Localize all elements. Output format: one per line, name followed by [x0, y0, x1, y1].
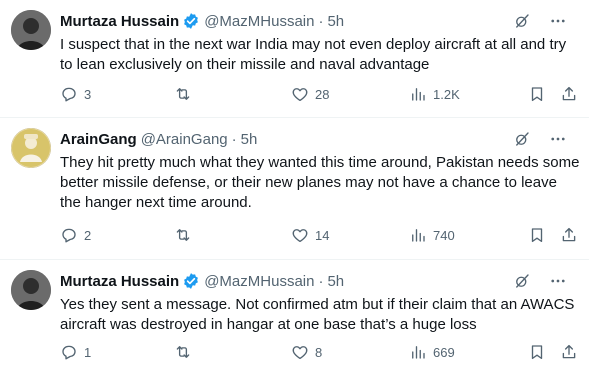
separator-dot: · [231, 130, 237, 148]
header-actions [513, 130, 567, 152]
views-icon [412, 229, 425, 242]
share-icon [562, 86, 576, 101]
tweet-text: I suspect that in the next war India may… [60, 36, 567, 73]
retweet-button[interactable] [174, 343, 198, 361]
header-actions [513, 272, 567, 294]
grok-icon[interactable] [513, 272, 531, 294]
verified-badge-icon [182, 12, 200, 30]
view-count: 669 [433, 344, 455, 360]
retweet-icon [176, 346, 190, 358]
timestamp[interactable]: 5h [241, 131, 258, 148]
reply-button[interactable]: 3 [60, 85, 91, 103]
views-button[interactable]: 669 [409, 343, 455, 361]
views-button[interactable]: 1.2K [409, 85, 460, 103]
tweet-text: They hit pretty much what they wanted th… [60, 154, 580, 211]
grok-icon[interactable] [513, 12, 531, 34]
retweet-button[interactable] [174, 226, 198, 244]
bookmark-button[interactable] [528, 226, 546, 244]
bookmark-icon [531, 87, 543, 102]
reply-count: 2 [84, 227, 92, 243]
avatar[interactable] [11, 270, 51, 310]
reply-icon [62, 87, 76, 102]
views-icon [412, 346, 425, 359]
avatar[interactable] [11, 128, 51, 168]
retweet-button[interactable] [174, 85, 198, 103]
heart-icon [292, 229, 308, 243]
heart-icon [292, 346, 308, 360]
author-name[interactable]: Murtaza Hussain [60, 273, 179, 290]
timestamp[interactable]: 5h [327, 273, 344, 290]
heart-icon [292, 88, 308, 102]
tweet-actions: 3 28 1.2K [60, 83, 579, 105]
reply-count: 3 [84, 86, 92, 102]
bookmark-button[interactable] [528, 343, 546, 361]
tweet-header: Murtaza Hussain @MazMHussain · 5h [60, 271, 579, 291]
more-options-icon[interactable] [549, 12, 567, 34]
like-button[interactable]: 8 [291, 343, 322, 361]
author-handle[interactable]: @MazMHussain [204, 273, 314, 290]
share-button[interactable] [560, 226, 578, 244]
views-icon [412, 88, 425, 101]
retweet-icon [176, 229, 190, 241]
reply-icon [62, 345, 76, 360]
like-button[interactable]: 14 [291, 226, 329, 244]
bookmark-button[interactable] [528, 85, 546, 103]
timestamp[interactable]: 5h [327, 13, 344, 30]
header-actions [513, 12, 567, 34]
tweet-text: Yes they sent a message. Not confirmed a… [60, 296, 575, 333]
more-options-icon[interactable] [549, 130, 567, 152]
author-handle[interactable]: @MazMHussain [204, 13, 314, 30]
tweet-header: Murtaza Hussain @MazMHussain · 5h [60, 11, 579, 31]
bookmark-icon [531, 345, 543, 360]
tweet[interactable]: Murtaza Hussain @MazMHussain · 5h I susp… [0, 0, 589, 118]
author-name[interactable]: ArainGang [60, 131, 137, 148]
separator-dot: · [318, 12, 324, 30]
view-count: 1.2K [433, 86, 460, 102]
tweet-actions: 2 14 740 [60, 224, 579, 246]
retweet-icon [176, 88, 190, 100]
separator-dot: · [318, 272, 324, 290]
share-button[interactable] [560, 85, 578, 103]
verified-badge-icon [182, 272, 200, 290]
tweet[interactable]: ArainGang @ArainGang · 5h They hit prett… [0, 118, 589, 260]
like-count: 28 [315, 86, 330, 102]
tweet-header: ArainGang @ArainGang · 5h [60, 129, 579, 149]
like-count: 8 [315, 344, 323, 360]
reply-icon [62, 228, 76, 243]
grok-icon[interactable] [513, 130, 531, 152]
share-icon [562, 227, 576, 242]
share-button[interactable] [560, 343, 578, 361]
reply-button[interactable]: 2 [60, 226, 91, 244]
tweet-actions: 1 8 669 [60, 341, 579, 363]
share-icon [562, 344, 576, 359]
views-button[interactable]: 740 [409, 226, 455, 244]
like-count: 14 [315, 227, 330, 243]
reply-count: 1 [84, 344, 92, 360]
tweet[interactable]: Murtaza Hussain @MazMHussain · 5h Yes th… [0, 260, 589, 375]
avatar[interactable] [11, 10, 51, 50]
like-button[interactable]: 28 [291, 85, 329, 103]
author-name[interactable]: Murtaza Hussain [60, 13, 179, 30]
reply-button[interactable]: 1 [60, 343, 91, 361]
bookmark-icon [531, 228, 543, 243]
view-count: 740 [433, 227, 455, 243]
author-handle[interactable]: @ArainGang [141, 131, 228, 148]
more-options-icon[interactable] [549, 272, 567, 294]
